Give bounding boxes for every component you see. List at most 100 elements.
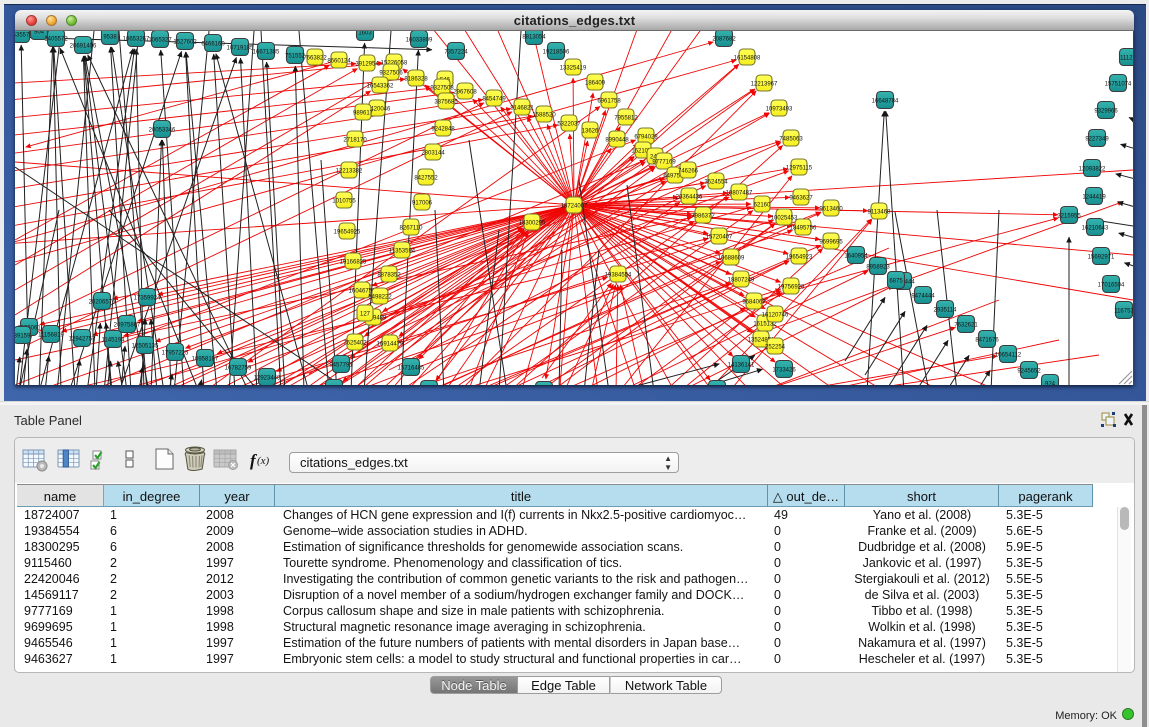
svg-text:17359924: 17359924 (134, 296, 161, 302)
svg-text:20691406: 20691406 (70, 44, 97, 50)
svg-text:7986372: 7986372 (691, 214, 715, 220)
svg-text:19384554: 19384554 (605, 273, 632, 279)
svg-text:1640954: 1640954 (844, 254, 868, 260)
svg-text:7632621: 7632621 (954, 323, 978, 329)
svg-text:15751074: 15751074 (1105, 82, 1132, 88)
svg-text:16210643: 16210643 (1082, 226, 1109, 232)
svg-text:19654923: 19654923 (786, 255, 813, 261)
svg-text:8267110: 8267110 (400, 226, 424, 232)
svg-text:9113468: 9113468 (868, 210, 892, 216)
svg-text:746266: 746266 (678, 169, 699, 175)
svg-text:9613460: 9613460 (819, 207, 843, 213)
svg-text:9329966: 9329966 (1094, 109, 1118, 115)
svg-text:9538: 9538 (103, 35, 117, 41)
svg-text:14136141: 14136141 (728, 363, 755, 369)
svg-text:989617: 989617 (353, 111, 374, 117)
svg-text:5498222: 5498222 (368, 295, 392, 301)
svg-text:924: 924 (1045, 382, 1056, 386)
svg-text:1527602: 1527602 (173, 40, 197, 46)
svg-text:1010755: 1010755 (332, 199, 356, 205)
svg-text:15692971: 15692971 (1088, 255, 1115, 261)
svg-text:20364436: 20364436 (676, 195, 703, 201)
svg-text:16120746: 16120746 (762, 313, 789, 319)
svg-text:8471676: 8471676 (975, 338, 999, 344)
svg-text:2087682: 2087682 (712, 37, 736, 43)
svg-text:3215955: 3215955 (1057, 214, 1081, 220)
svg-text:11156819: 11156819 (38, 333, 64, 339)
svg-text:11127: 11127 (1120, 56, 1133, 62)
svg-text:2967608: 2967608 (453, 90, 477, 96)
svg-text:18724007: 18724007 (561, 204, 588, 210)
svg-text:8990448: 8990448 (605, 138, 629, 144)
svg-text:1065327: 1065327 (148, 38, 172, 44)
svg-text:15720407: 15720407 (706, 235, 733, 241)
svg-text:127: 127 (360, 312, 371, 318)
svg-text:1733426: 1733426 (772, 368, 796, 374)
svg-text:7485063: 7485063 (779, 137, 803, 143)
svg-text:3624554: 3624554 (704, 180, 728, 186)
svg-text:6875: 6875 (889, 279, 903, 285)
svg-text:19654925: 19654925 (334, 230, 361, 236)
svg-text:186409: 186409 (585, 81, 606, 87)
svg-text:1145194: 1145194 (102, 338, 126, 344)
svg-text:12942757: 12942757 (69, 337, 96, 343)
svg-text:10807487: 10807487 (726, 191, 753, 197)
svg-text:10025453: 10025453 (771, 216, 798, 222)
svg-text:2803144: 2803144 (421, 151, 445, 157)
svg-text:8186328: 8186328 (404, 77, 428, 83)
svg-text:16648784: 16648784 (872, 99, 899, 105)
svg-text:1588520: 1588520 (532, 113, 556, 119)
svg-text:8878352: 8878352 (377, 273, 401, 279)
svg-text:1603: 1603 (358, 31, 372, 37)
svg-text:1244419: 1244419 (1082, 195, 1106, 201)
svg-text:9474444: 9474444 (911, 294, 935, 300)
svg-text:12505135: 12505135 (132, 344, 159, 350)
svg-text:10719185: 10719185 (227, 46, 254, 52)
svg-text:20975867: 20975867 (114, 323, 141, 329)
svg-text:7625402: 7625402 (343, 341, 367, 347)
svg-text:8660124: 8660124 (327, 59, 351, 65)
svg-text:10654112: 10654112 (995, 353, 1022, 359)
svg-text:9327508: 9327508 (430, 86, 454, 92)
svg-text:20053346: 20053346 (149, 128, 176, 134)
svg-text:5322037: 5322037 (557, 122, 581, 128)
svg-text:18807249: 18807249 (728, 278, 755, 284)
svg-text:17957225: 17957225 (162, 351, 189, 357)
svg-text:13626: 13626 (582, 129, 599, 135)
svg-text:12213382: 12213382 (336, 169, 363, 175)
svg-text:12213967: 12213967 (751, 82, 778, 88)
svg-text:19756928: 19756928 (778, 285, 805, 291)
svg-text:904: 904 (34, 31, 45, 36)
svg-text:917006: 917006 (412, 201, 433, 207)
svg-text:17016504: 17016504 (1098, 283, 1125, 289)
svg-text:9227349: 9227349 (1085, 137, 1109, 143)
svg-text:9242848: 9242848 (431, 127, 455, 133)
svg-text:62160: 62160 (754, 203, 771, 209)
svg-text:16033809: 16033809 (406, 38, 433, 44)
svg-text:6466160: 6466160 (201, 42, 225, 48)
svg-text:10958187: 10958187 (192, 357, 219, 363)
svg-text:16671385: 16671385 (253, 50, 280, 56)
svg-text:1405572: 1405572 (44, 37, 68, 43)
svg-text:7357224: 7357224 (444, 50, 468, 56)
svg-text:(x): (x) (257, 455, 270, 467)
svg-text:7663822: 7663822 (303, 56, 327, 62)
svg-text:3912954: 3912954 (355, 62, 379, 68)
svg-text:19166825: 19166825 (340, 260, 367, 266)
svg-text:9146821: 9146821 (510, 106, 534, 112)
svg-text:10688609: 10688609 (718, 256, 745, 262)
svg-text:11353594: 11353594 (389, 249, 416, 255)
svg-text:19218506: 19218506 (543, 50, 570, 56)
svg-text:12093822: 12093822 (1079, 167, 1106, 173)
svg-text:39159: 39159 (15, 334, 31, 340)
svg-text:18300295: 18300295 (519, 221, 546, 227)
svg-text:8958923: 8958923 (866, 265, 890, 271)
svg-text:15716485: 15716485 (398, 366, 425, 372)
svg-text:16782759: 16782759 (225, 366, 252, 372)
svg-text:9463627: 9463627 (789, 196, 813, 202)
svg-text:9327506: 9327506 (379, 71, 403, 77)
svg-text:16543362: 16543362 (367, 84, 394, 90)
svg-text:16914479: 16914479 (377, 342, 404, 348)
svg-text:20206576: 20206576 (89, 300, 116, 306)
svg-text:10653267: 10653267 (123, 37, 150, 43)
